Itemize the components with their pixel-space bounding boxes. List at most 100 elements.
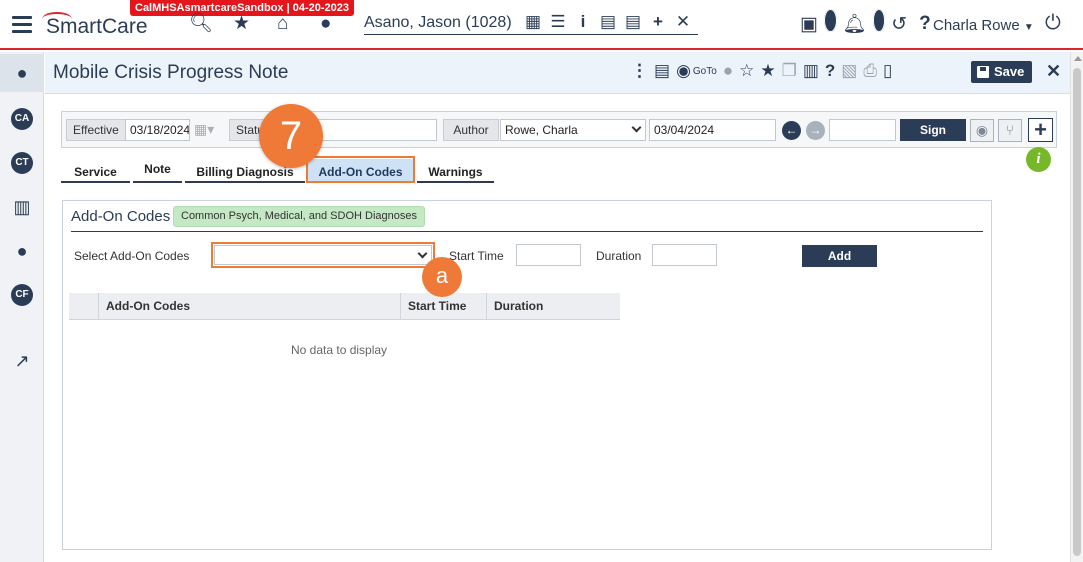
sidebar-item-external[interactable]: ↗ <box>0 342 44 380</box>
print-icon[interactable]: ⎙ <box>863 61 877 81</box>
star-icon[interactable]: ★ <box>760 61 775 81</box>
goto-link[interactable]: GoTo <box>693 66 717 77</box>
tab-warnings[interactable]: Warnings <box>417 159 494 183</box>
save-label: Save <box>994 64 1025 79</box>
info-circle-icon[interactable]: i <box>1026 147 1051 172</box>
add-plus-button[interactable]: + <box>1028 118 1053 142</box>
history-icon[interactable]: ↺ <box>891 13 907 36</box>
trash-icon[interactable]: ▧ <box>841 61 857 81</box>
power-icon[interactable]: ⏻ <box>1045 12 1061 35</box>
sidebar-ca-badge: CA <box>11 108 33 130</box>
help-icon[interactable]: ? <box>825 61 835 81</box>
more-options-icon[interactable]: ⋮ <box>631 61 648 81</box>
author-select[interactable]: Rowe, Charla <box>500 119 646 141</box>
person-icon: ● <box>16 62 28 83</box>
document-icon[interactable]: ▯ <box>883 61 892 81</box>
copy-icon[interactable]: ❐ <box>782 61 797 81</box>
author-label: Author <box>443 119 499 141</box>
select-add-on-codes-label: Select Add-On Codes <box>74 249 190 263</box>
grid-col-add-on-codes[interactable]: Add-On Codes <box>98 293 400 319</box>
caret-down-icon: ▼ <box>1023 22 1034 33</box>
sidebar-item-door[interactable]: ▥ <box>0 188 44 226</box>
home-icon[interactable]: ⌂ <box>277 13 288 35</box>
section-title: Add-On Codes <box>71 208 171 225</box>
scroll-thumb[interactable] <box>1073 68 1081 556</box>
user-name: Charla Rowe <box>933 17 1020 34</box>
help-icon[interactable]: ? <box>919 13 931 35</box>
door-icon: ▥ <box>13 196 31 217</box>
document-title-bar: Mobile Crisis Progress Note ⋮ ▤ ◉ GoTo ●… <box>45 52 1070 94</box>
author-value: Rowe, Charla <box>505 123 578 137</box>
bell-count: 0 <box>872 9 886 32</box>
plus-icon[interactable]: + <box>649 12 667 32</box>
previous-arrow-icon[interactable]: ← <box>782 121 801 140</box>
user-circle-icon[interactable]: ◉ <box>676 61 691 81</box>
grid-header: Add-On Codes Start Time Duration <box>69 293 620 320</box>
left-sidebar: ● CA CT ▥ ● CF ↗ <box>0 52 44 562</box>
book-icon[interactable]: ▥ <box>803 61 819 81</box>
add-button[interactable]: Add <box>802 245 877 267</box>
sidebar-item-person-2[interactable]: ● <box>0 232 44 270</box>
document-header-form: Effective 03/18/2024 ▦▾ Status Author Ro… <box>61 111 1057 148</box>
vertical-scrollbar[interactable] <box>1070 52 1083 562</box>
effective-date-input[interactable]: 03/18/2024 <box>125 119 190 141</box>
client-underline <box>364 34 698 35</box>
add-on-codes-grid: Add-On Codes Start Time Duration <box>69 293 620 320</box>
sign-button[interactable]: Sign <box>900 119 966 141</box>
save-disk-icon <box>977 66 989 78</box>
grid-select-column <box>69 293 98 319</box>
clipboard-list-icon[interactable]: ▤ <box>624 12 642 32</box>
diagnoses-chip[interactable]: Common Psych, Medical, and SDOH Diagnose… <box>173 206 425 227</box>
chevron-down-icon <box>631 122 642 133</box>
person-icon[interactable]: ● <box>320 13 331 35</box>
user-menu[interactable]: Charla Rowe ▼ <box>933 17 1034 34</box>
eye-icon[interactable]: ◉ <box>970 119 994 142</box>
briefcase-icon[interactable]: ▣ 1 <box>800 8 837 36</box>
scroll-up-arrow-icon[interactable] <box>1074 56 1082 61</box>
client-name-link[interactable]: Asano, Jason (1028) <box>364 14 512 32</box>
author-date-input[interactable]: 03/04/2024 <box>649 119 776 141</box>
clipboard-icon[interactable]: ▤ <box>599 12 617 32</box>
close-icon[interactable]: ✕ <box>674 12 692 32</box>
select-highlight <box>211 242 435 268</box>
sidebar-cf-badge: CF <box>11 284 33 306</box>
clipboard-check-icon[interactable]: ▤ <box>654 61 670 81</box>
list-icon[interactable]: ☰ <box>549 12 567 32</box>
info-icon[interactable]: i <box>574 12 592 32</box>
share-icon[interactable]: ⑂ <box>998 119 1022 142</box>
briefcase-count: 1 <box>823 8 837 32</box>
duration-input[interactable] <box>652 244 717 266</box>
start-time-label: Start Time <box>449 249 504 263</box>
section-divider <box>71 231 983 232</box>
smartcare-logo[interactable]: SmartCare <box>46 15 148 39</box>
utility-icons: ▣ 1 🔔︎ 0 ↺ ? <box>800 8 931 36</box>
tab-service[interactable]: Service <box>61 159 130 183</box>
page-title: Mobile Crisis Progress Note <box>53 62 289 83</box>
star-outline-icon[interactable]: ☆ <box>739 61 754 81</box>
person-icon[interactable]: ● <box>723 61 733 81</box>
star-icon[interactable]: ★ <box>233 13 250 35</box>
search-icon[interactable]: 🔍︎ <box>189 13 213 35</box>
top-navigation-bar: SmartCare CalMHSAsmartcareSandbox | 04-2… <box>0 0 1083 50</box>
sidebar-item-ca[interactable]: CA <box>0 100 44 138</box>
sidebar-item-cf[interactable]: CF <box>0 276 44 314</box>
building-icon[interactable]: ▦ <box>524 12 542 32</box>
sidebar-item-person[interactable]: ● <box>0 54 44 92</box>
tab-highlight <box>306 156 415 183</box>
effective-label: Effective <box>66 119 126 141</box>
start-time-input[interactable] <box>516 244 581 266</box>
next-arrow-icon[interactable]: → <box>806 121 825 140</box>
step-callout-letter: a <box>422 257 462 297</box>
sidebar-item-ct[interactable]: CT <box>0 144 44 182</box>
external-link-icon: ↗ <box>14 350 30 371</box>
bell-icon[interactable]: 🔔︎ 0 <box>843 9 886 36</box>
hamburger-menu-icon[interactable] <box>12 16 32 37</box>
add-on-codes-panel: Add-On Codes Common Psych, Medical, and … <box>62 200 992 550</box>
extra-input[interactable] <box>829 119 896 141</box>
person-icon: ● <box>16 240 28 261</box>
tab-note[interactable]: Note <box>133 159 182 183</box>
save-button[interactable]: Save <box>971 61 1033 83</box>
grid-col-duration[interactable]: Duration <box>486 293 620 319</box>
close-document-icon[interactable]: ✕ <box>1046 61 1061 82</box>
calendar-icon[interactable]: ▦▾ <box>194 121 218 139</box>
